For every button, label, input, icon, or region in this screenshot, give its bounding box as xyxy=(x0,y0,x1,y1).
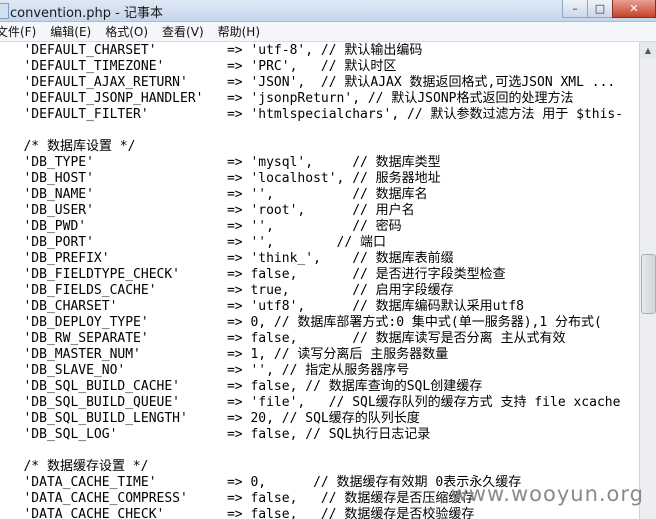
notepad-icon xyxy=(0,3,9,19)
window-title: convention.php - 记事本 xyxy=(10,6,164,21)
code-line: 'DEFAULT_CHARSET' => 'utf-8', // 默认输出编码 xyxy=(0,43,423,58)
code-line: 'DB_SQL_BUILD_CACHE' => false, // 数据库查询的… xyxy=(0,379,483,394)
menu-help[interactable]: 帮助(H) xyxy=(211,23,267,40)
menu-edit[interactable]: 编辑(E) xyxy=(43,23,98,40)
menu-bar: 文件(F) 编辑(E) 格式(O) 查看(V) 帮助(H) xyxy=(0,22,656,42)
code-line: 'DB_TYPE' => 'mysql', // 数据库类型 xyxy=(0,155,441,170)
watermark: www.wooyun.org xyxy=(450,482,644,506)
code-line: 'DB_SQL_LOG' => false, // SQL执行日志记录 xyxy=(0,427,431,442)
menu-format[interactable]: 格式(O) xyxy=(98,23,155,40)
code-line: 'DB_SQL_BUILD_QUEUE' => 'file', // SQL缓存… xyxy=(0,395,621,410)
scroll-up-arrow-icon[interactable]: ▲ xyxy=(640,42,656,58)
window-controls: – □ ✕ xyxy=(562,0,656,19)
code-line: 'DB_SLAVE_NO' => '', // 指定从服务器序号 xyxy=(0,363,410,378)
code-line: 'DB_PREFIX' => 'think_', // 数据库表前缀 xyxy=(0,251,454,266)
code-line: 'DEFAULT_JSONP_HANDLER' => 'jsonpReturn'… xyxy=(0,91,574,106)
vertical-scrollbar[interactable]: ▲ xyxy=(639,42,656,519)
title-bar: convention.php - 记事本 – □ ✕ xyxy=(0,0,656,22)
code-line: 'DEFAULT_AJAX_RETURN' => 'JSON', // 默认AJ… xyxy=(0,75,616,90)
code-line: 'DB_CHARSET' => 'utf8', // 数据库编码默认采用utf8 xyxy=(0,299,524,314)
code-line: 'DB_FIELDTYPE_CHECK' => false, // 是否进行字段… xyxy=(0,267,506,282)
code-line: 'DB_DEPLOY_TYPE' => 0, // 数据库部署方式:0 集中式(… xyxy=(0,315,602,330)
code-line: /* 数据缓存设置 */ xyxy=(0,459,149,474)
maximize-button[interactable]: □ xyxy=(587,0,613,18)
code-line: 'DB_HOST' => 'localhost', // 服务器地址 xyxy=(0,171,441,186)
minimize-button[interactable]: – xyxy=(562,0,588,18)
menu-file[interactable]: 文件(F) xyxy=(0,23,43,40)
close-button[interactable]: ✕ xyxy=(612,0,656,18)
editor-content: 'DEFAULT_CHARSET' => 'utf-8', // 默认输出编码 … xyxy=(0,43,623,519)
code-line: 'DB_NAME' => '', // 数据库名 xyxy=(0,187,428,202)
code-line: 'DB_PORT' => '', // 端口 xyxy=(0,235,387,250)
scrollbar-thumb[interactable] xyxy=(641,254,656,314)
code-line: 'DATA_CACHE_CHECK' => false, // 数据缓存是否校验… xyxy=(0,507,475,519)
code-line: 'DB_RW_SEPARATE' => false, // 数据库读写是否分离 … xyxy=(0,331,566,346)
code-line: 'DB_PWD' => '', // 密码 xyxy=(0,219,402,234)
code-line: 'DB_USER' => 'root', // 用户名 xyxy=(0,203,415,218)
text-editor[interactable]: 'DEFAULT_CHARSET' => 'utf-8', // 默认输出编码 … xyxy=(0,42,640,519)
code-line: /* 数据库设置 */ xyxy=(0,139,136,154)
code-line: 'DB_MASTER_NUM' => 1, // 读写分离后 主服务器数量 xyxy=(0,347,449,362)
code-line: 'DB_SQL_BUILD_LENGTH' => 20, // SQL缓存的队列… xyxy=(0,411,420,426)
code-line: 'DB_FIELDS_CACHE' => true, // 启用字段缓存 xyxy=(0,283,454,298)
code-line: 'DEFAULT_TIMEZONE' => 'PRC', // 默认时区 xyxy=(0,59,397,74)
menu-view[interactable]: 查看(V) xyxy=(155,23,211,40)
code-line: 'DEFAULT_FILTER' => 'htmlspecialchars', … xyxy=(0,107,624,122)
